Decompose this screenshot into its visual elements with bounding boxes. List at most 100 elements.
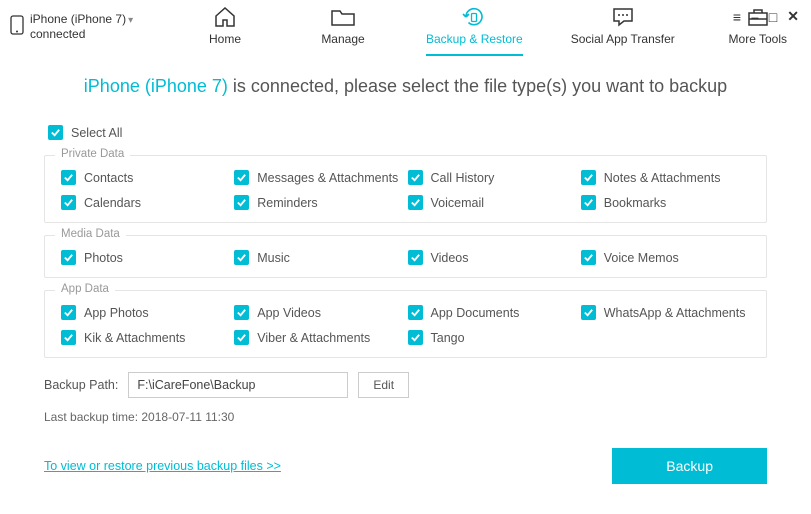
tab-social-label: Social App Transfer: [571, 32, 675, 46]
filetype-checkbox[interactable]: Bookmarks: [581, 195, 750, 210]
backup-button[interactable]: Backup: [612, 448, 767, 484]
backup-path-row: Backup Path: Edit: [44, 372, 767, 398]
select-all-row: Select All: [48, 125, 767, 141]
checkmark-icon: [234, 330, 249, 345]
checkmark-icon: [581, 250, 596, 265]
filetype-label: Calendars: [84, 196, 141, 210]
filetype-checkbox[interactable]: Contacts: [61, 170, 230, 185]
filetype-checkbox[interactable]: Kik & Attachments: [61, 330, 230, 345]
filetype-checkbox[interactable]: App Documents: [408, 305, 577, 320]
filetype-label: Kik & Attachments: [84, 331, 185, 345]
edit-path-button[interactable]: Edit: [358, 372, 409, 398]
group-app-data: App Data App PhotosApp VideosApp Documen…: [44, 290, 767, 358]
filetype-label: Notes & Attachments: [604, 171, 721, 185]
device-name: iPhone (iPhone 7): [30, 12, 126, 26]
filetype-checkbox[interactable]: Calendars: [61, 195, 230, 210]
filetype-label: App Documents: [431, 306, 520, 320]
filetype-label: Contacts: [84, 171, 133, 185]
checkmark-icon: [234, 170, 249, 185]
filetype-checkbox[interactable]: Music: [234, 250, 403, 265]
backup-path-label: Backup Path:: [44, 378, 118, 392]
checkmark-icon: [581, 195, 596, 210]
close-button[interactable]: ✕: [787, 8, 799, 25]
filetype-label: Voice Memos: [604, 251, 679, 265]
checkmark-icon: [408, 195, 423, 210]
filetype-checkbox[interactable]: WhatsApp & Attachments: [581, 305, 750, 320]
group-media-title: Media Data: [55, 228, 126, 240]
chat-icon: [611, 6, 635, 28]
filetype-checkbox[interactable]: Messages & Attachments: [234, 170, 403, 185]
checkmark-icon: [61, 250, 76, 265]
checkmark-icon: [408, 250, 423, 265]
last-backup-time: Last backup time: 2018-07-11 11:30: [44, 410, 767, 424]
group-private-data: Private Data ContactsMessages & Attachme…: [44, 155, 767, 223]
checkmark-icon: [581, 305, 596, 320]
tab-backup-restore[interactable]: Backup & Restore: [426, 6, 523, 56]
chevron-down-icon: ▾: [128, 15, 133, 26]
filetype-label: Music: [257, 251, 290, 265]
minimize-button[interactable]: –: [751, 9, 759, 25]
restore-icon: [462, 6, 486, 28]
filetype-label: WhatsApp & Attachments: [604, 306, 746, 320]
maximize-button[interactable]: □: [769, 9, 777, 25]
filetype-label: App Photos: [84, 306, 149, 320]
filetype-checkbox[interactable]: App Photos: [61, 305, 230, 320]
filetype-checkbox[interactable]: Tango: [408, 330, 577, 345]
group-media-data: Media Data PhotosMusicVideosVoice Memos: [44, 235, 767, 278]
restore-link[interactable]: To view or restore previous backup files…: [44, 459, 281, 473]
phone-icon: [10, 15, 24, 38]
filetype-label: Reminders: [257, 196, 317, 210]
checkmark-icon: [408, 305, 423, 320]
group-private-title: Private Data: [55, 148, 130, 160]
filetype-label: Tango: [431, 331, 465, 345]
checkmark-icon: [234, 305, 249, 320]
headline-device: iPhone (iPhone 7): [84, 76, 228, 96]
window-controls: ≡ – □ ✕: [733, 8, 799, 25]
checkmark-icon: [61, 170, 76, 185]
filetype-label: Call History: [431, 171, 495, 185]
filetype-label: Photos: [84, 251, 123, 265]
filetype-checkbox[interactable]: Photos: [61, 250, 230, 265]
tab-home-label: Home: [209, 32, 241, 46]
filetype-label: Messages & Attachments: [257, 171, 398, 185]
topbar: iPhone (iPhone 7)▾ connected Home Manage…: [0, 0, 811, 58]
filetype-label: Videos: [431, 251, 469, 265]
filetype-checkbox[interactable]: Reminders: [234, 195, 403, 210]
checkmark-icon: [61, 195, 76, 210]
folder-icon: [330, 6, 356, 28]
device-indicator[interactable]: iPhone (iPhone 7)▾ connected: [10, 12, 160, 41]
tab-backup-label: Backup & Restore: [426, 32, 523, 46]
checkmark-icon: [234, 195, 249, 210]
group-app-title: App Data: [55, 283, 115, 295]
backup-path-input[interactable]: [128, 372, 348, 398]
tab-social[interactable]: Social App Transfer: [571, 6, 675, 56]
home-icon: [213, 6, 237, 28]
filetype-checkbox[interactable]: Voice Memos: [581, 250, 750, 265]
headline: iPhone (iPhone 7) is connected, please s…: [44, 76, 767, 97]
checkmark-icon: [408, 330, 423, 345]
checkmark-icon: [581, 170, 596, 185]
checkmark-icon: [61, 330, 76, 345]
filetype-label: Viber & Attachments: [257, 331, 370, 345]
select-all-checkbox[interactable]: Select All: [48, 125, 122, 140]
main-content: iPhone (iPhone 7) is connected, please s…: [0, 58, 811, 494]
tab-manage[interactable]: Manage: [308, 6, 378, 56]
filetype-checkbox[interactable]: Voicemail: [408, 195, 577, 210]
filetype-checkbox[interactable]: Viber & Attachments: [234, 330, 403, 345]
filetype-checkbox[interactable]: Call History: [408, 170, 577, 185]
checkmark-icon: [61, 305, 76, 320]
menu-icon[interactable]: ≡: [733, 9, 741, 25]
device-text: iPhone (iPhone 7)▾ connected: [30, 12, 133, 41]
checkmark-icon: [234, 250, 249, 265]
checkmark-icon: [48, 125, 63, 140]
filetype-label: Voicemail: [431, 196, 485, 210]
filetype-label: App Videos: [257, 306, 321, 320]
footer: To view or restore previous backup files…: [44, 448, 767, 484]
nav-tabs: Home Manage Backup & Restore Social App …: [190, 6, 793, 56]
filetype-checkbox[interactable]: Notes & Attachments: [581, 170, 750, 185]
filetype-checkbox[interactable]: Videos: [408, 250, 577, 265]
tab-tools-label: More Tools: [729, 32, 787, 46]
select-all-label: Select All: [71, 126, 122, 140]
filetype-checkbox[interactable]: App Videos: [234, 305, 403, 320]
tab-home[interactable]: Home: [190, 6, 260, 56]
